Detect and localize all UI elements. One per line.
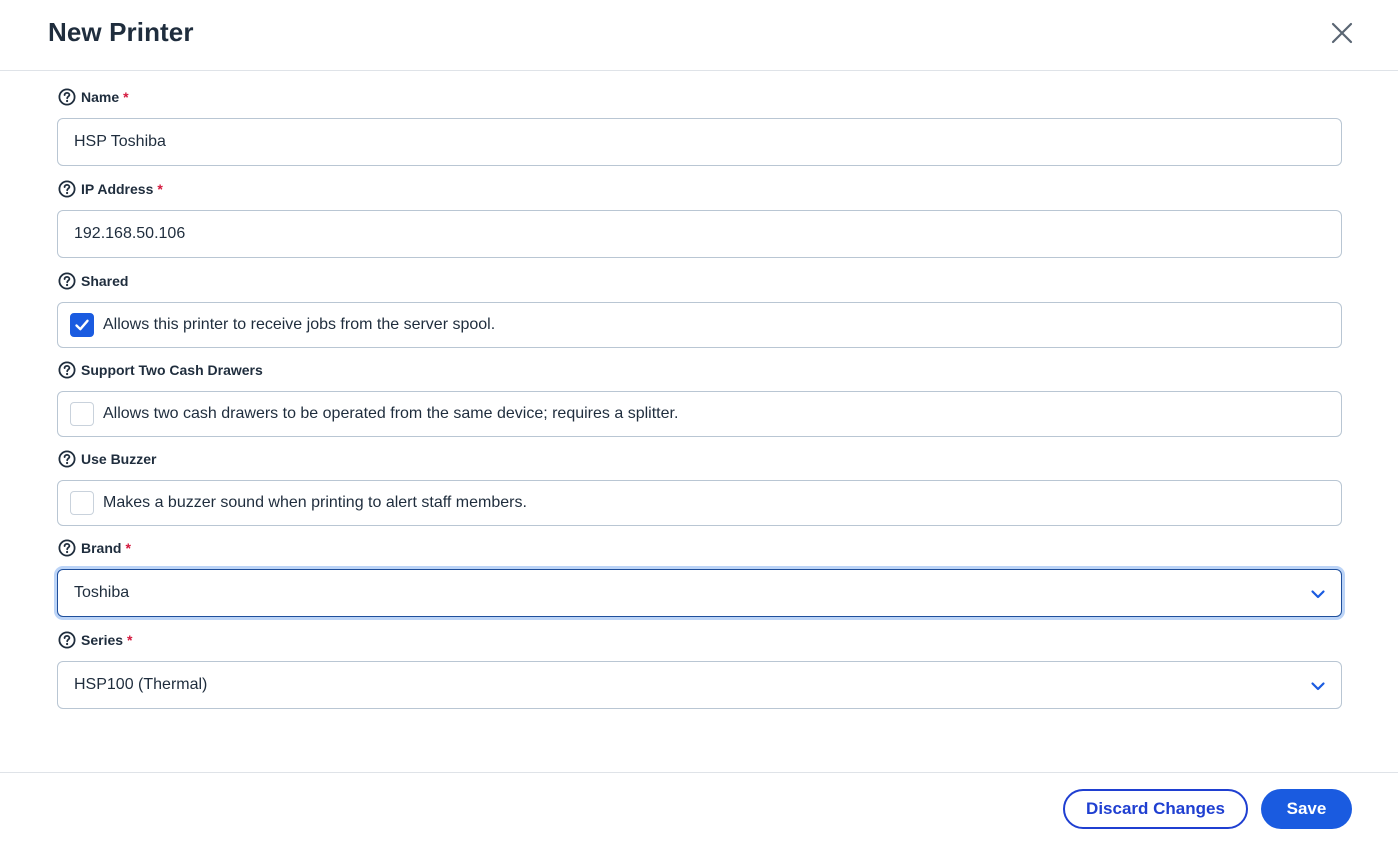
use-buzzer-label: Use Buzzer <box>58 449 156 469</box>
use-buzzer-checkbox[interactable] <box>70 491 94 515</box>
required-marker: * <box>125 540 131 556</box>
series-label-text: Series <box>81 632 124 648</box>
dialog-title: New Printer <box>48 17 194 47</box>
series-label: Series * <box>58 630 133 650</box>
question-circle-icon[interactable] <box>58 272 76 290</box>
two-cash-drawers-checkbox[interactable] <box>70 402 94 426</box>
close-button[interactable] <box>1326 17 1358 49</box>
series-select[interactable]: HSP100 (Thermal) <box>57 661 1342 709</box>
question-circle-icon[interactable] <box>58 361 76 379</box>
series-selected-value: HSP100 (Thermal) <box>74 676 208 693</box>
chevron-down-icon <box>1311 590 1325 599</box>
question-circle-icon[interactable] <box>58 88 76 106</box>
two-cash-drawers-description: Allows two cash drawers to be operated f… <box>103 405 679 422</box>
two-cash-drawers-option[interactable]: Allows two cash drawers to be operated f… <box>57 391 1342 437</box>
ip-address-label: IP Address * <box>58 179 163 199</box>
two-cash-drawers-label: Support Two Cash Drawers <box>58 360 263 380</box>
brand-label: Brand * <box>58 538 131 558</box>
two-cash-drawers-label-text: Support Two Cash Drawers <box>81 362 263 378</box>
close-icon <box>1331 22 1353 44</box>
use-buzzer-option[interactable]: Makes a buzzer sound when printing to al… <box>57 480 1342 526</box>
required-marker: * <box>157 181 163 197</box>
shared-option[interactable]: Allows this printer to receive jobs from… <box>57 302 1342 348</box>
question-circle-icon[interactable] <box>58 539 76 557</box>
brand-select[interactable]: Toshiba <box>57 569 1342 617</box>
checkmark-icon <box>75 319 89 331</box>
dialog-header: New Printer <box>0 0 1398 71</box>
question-circle-icon[interactable] <box>58 180 76 198</box>
discard-changes-button[interactable]: Discard Changes <box>1063 789 1248 829</box>
shared-description: Allows this printer to receive jobs from… <box>103 316 496 333</box>
brand-label-text: Brand <box>81 540 122 556</box>
required-marker: * <box>127 632 133 648</box>
question-circle-icon[interactable] <box>58 450 76 468</box>
new-printer-dialog: New Printer Name * IP Address * Shared <box>0 0 1398 850</box>
ip-address-input[interactable] <box>57 210 1342 258</box>
chevron-down-icon <box>1311 682 1325 691</box>
shared-checkbox[interactable] <box>70 313 94 337</box>
question-circle-icon[interactable] <box>58 631 76 649</box>
name-label-text: Name <box>81 89 120 105</box>
save-button[interactable]: Save <box>1261 789 1352 829</box>
shared-label: Shared <box>58 271 128 291</box>
required-marker: * <box>123 89 129 105</box>
shared-label-text: Shared <box>81 273 129 289</box>
name-label: Name * <box>58 87 129 107</box>
use-buzzer-description: Makes a buzzer sound when printing to al… <box>103 494 527 511</box>
name-input[interactable] <box>57 118 1342 166</box>
brand-selected-value: Toshiba <box>74 584 130 601</box>
use-buzzer-label-text: Use Buzzer <box>81 451 157 467</box>
ip-address-label-text: IP Address <box>81 181 154 197</box>
